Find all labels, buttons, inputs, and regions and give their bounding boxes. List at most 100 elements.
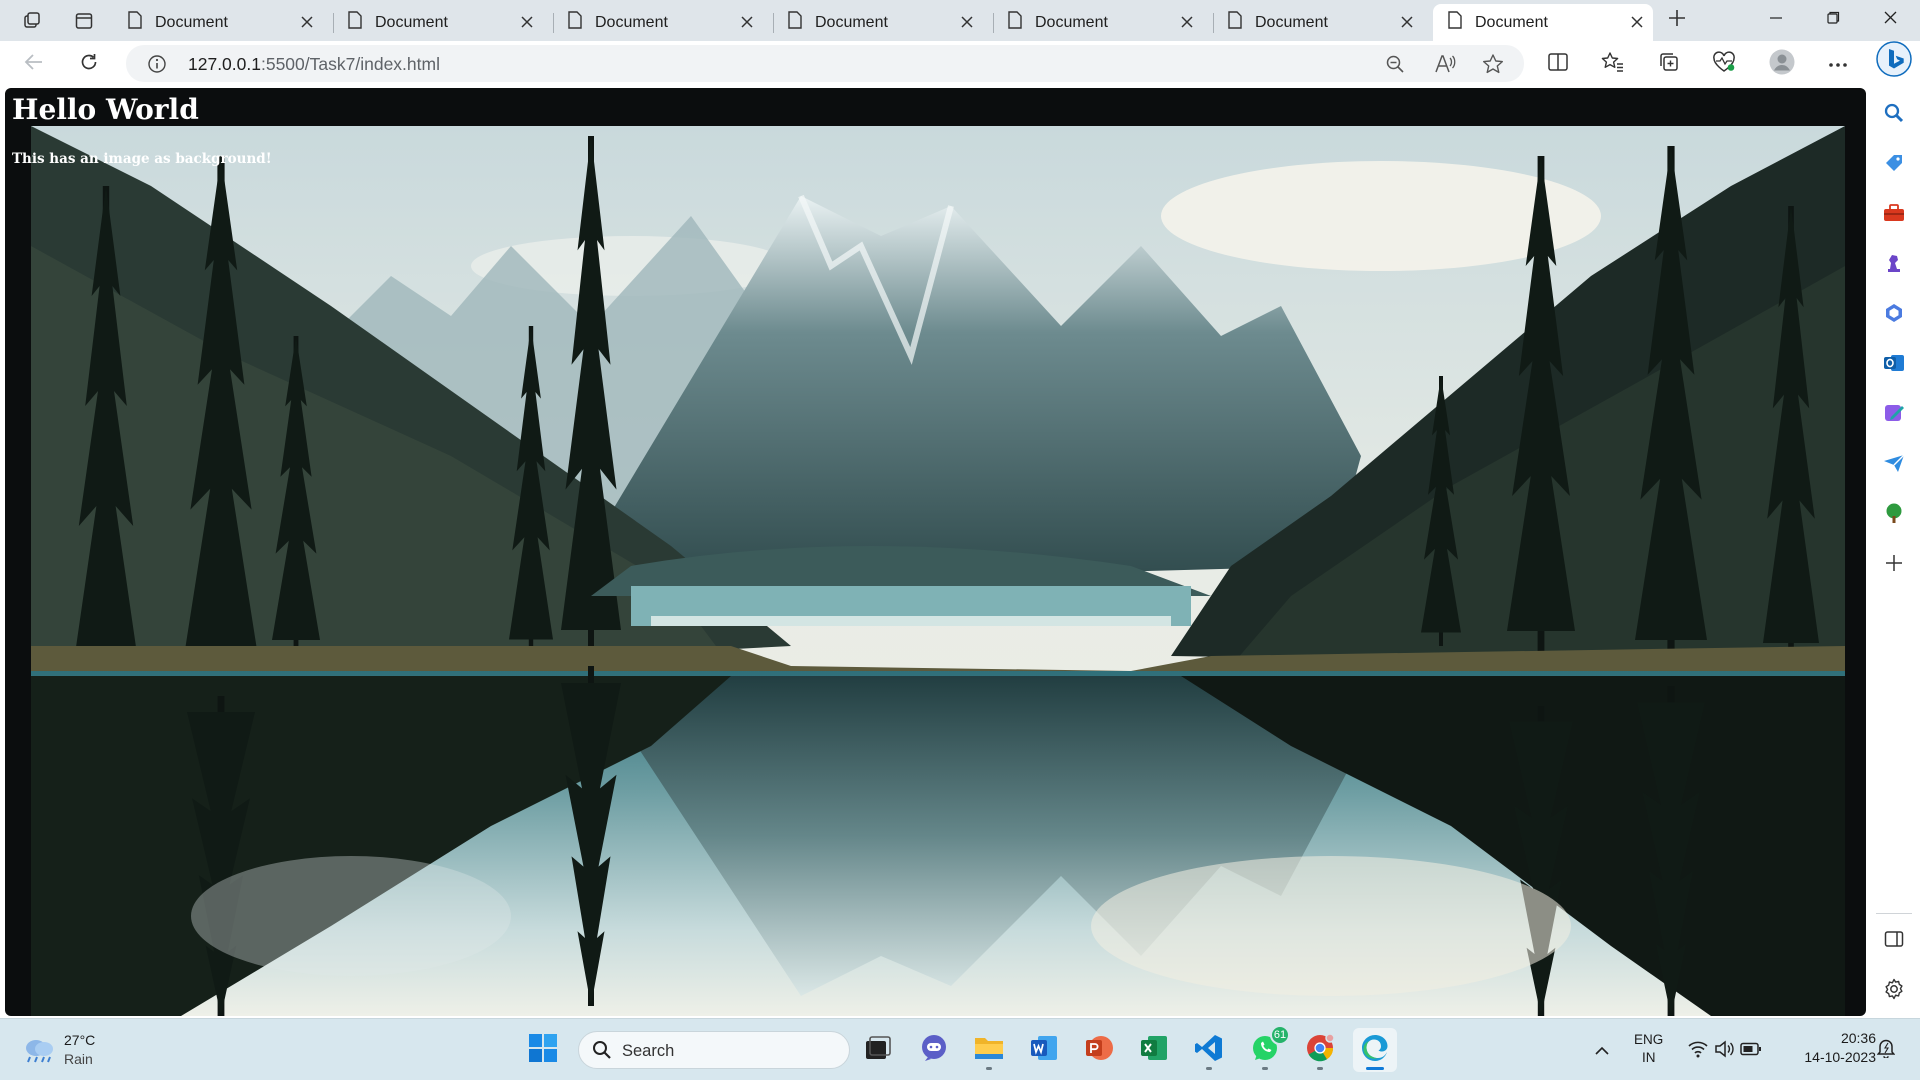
profile-button[interactable] (1766, 48, 1798, 80)
tab-title: Document (1035, 13, 1108, 31)
vscode-button[interactable] (1187, 1028, 1231, 1072)
copilot-button[interactable] (1876, 40, 1912, 79)
close-icon[interactable] (957, 12, 977, 32)
sidebar-shopping[interactable] (1880, 151, 1908, 179)
page-icon (1227, 11, 1243, 34)
language-indicator[interactable]: ENG IN (1630, 1030, 1674, 1070)
clock-date: 14-10-2023 (1804, 1049, 1876, 1065)
tab-1[interactable]: Document (113, 4, 323, 41)
close-icon[interactable] (737, 12, 757, 32)
tab-4[interactable]: Document (773, 4, 983, 41)
browser-essentials-button[interactable] (1708, 48, 1740, 80)
collections-button[interactable] (1653, 48, 1685, 80)
tree-icon (1883, 502, 1905, 529)
word-button[interactable] (1022, 1028, 1066, 1072)
favorites-button[interactable] (1597, 48, 1629, 80)
sidebar-settings[interactable] (1880, 977, 1908, 1005)
edge-button[interactable] (1353, 1028, 1397, 1072)
weather-condition: Rain (64, 1051, 93, 1067)
tab-2[interactable]: Document (333, 4, 543, 41)
tab-actions-icon[interactable] (69, 6, 99, 36)
browser-toolbar: 127.0.0.1:5500/Task7/index.html (0, 41, 1920, 86)
page-icon (1007, 11, 1023, 34)
close-icon[interactable] (297, 12, 317, 32)
back-arrow-icon (24, 53, 44, 76)
sidebar-search[interactable] (1880, 101, 1908, 129)
tab-title: Document (375, 13, 448, 31)
sidebar-m365[interactable] (1880, 301, 1908, 329)
chat-icon (919, 1033, 949, 1068)
close-icon[interactable] (1397, 12, 1417, 32)
tab-title: Document (1475, 13, 1548, 31)
close-icon[interactable] (1627, 12, 1647, 32)
sidebar-games[interactable] (1880, 251, 1908, 279)
teams-chat-button[interactable] (912, 1028, 956, 1072)
sidebar-tree[interactable] (1880, 501, 1908, 529)
notifications-button[interactable] (1873, 1038, 1899, 1062)
favorite-star-icon[interactable] (1480, 51, 1506, 77)
back-button[interactable] (18, 48, 50, 80)
heart-pulse-icon (1712, 50, 1736, 78)
address-bar[interactable]: 127.0.0.1:5500/Task7/index.html (126, 45, 1524, 82)
sidebar-hide[interactable] (1880, 927, 1908, 955)
tab-5[interactable]: Document (993, 4, 1203, 41)
close-icon[interactable] (517, 12, 537, 32)
running-indicator (1262, 1067, 1268, 1070)
language-line2: IN (1642, 1050, 1656, 1065)
taskbar-search[interactable]: Search (578, 1031, 850, 1069)
excel-button[interactable] (1132, 1028, 1176, 1072)
settings-icon (1883, 978, 1905, 1005)
start-button[interactable] (521, 1028, 565, 1072)
minimize-button[interactable] (1748, 0, 1804, 40)
language-line1: ENG (1634, 1032, 1664, 1047)
zoom-icon[interactable] (1382, 51, 1408, 77)
powerpoint-button[interactable] (1077, 1028, 1121, 1072)
edge-icon (1360, 1033, 1390, 1068)
weather-widget[interactable]: 27°C Rain (16, 1027, 116, 1073)
whatsapp-button[interactable]: 61 (1243, 1025, 1290, 1072)
settings-more-button[interactable] (1822, 48, 1854, 80)
sidebar-designer[interactable] (1880, 401, 1908, 429)
sidebar-drop[interactable] (1880, 451, 1908, 479)
page-icon (787, 11, 803, 34)
refresh-icon (79, 52, 99, 77)
refresh-button[interactable] (73, 48, 105, 80)
page-icon (347, 11, 363, 34)
url-host: 127.0.0.1 (188, 54, 261, 74)
tab-title: Document (595, 13, 668, 31)
show-hidden-icons-button[interactable] (1590, 1039, 1614, 1063)
tab-6[interactable]: Document (1213, 4, 1423, 41)
sidebar-add[interactable] (1880, 551, 1908, 579)
split-screen-button[interactable] (1542, 48, 1574, 80)
close-icon[interactable] (1177, 12, 1197, 32)
search-icon (592, 1040, 612, 1065)
page-icon (567, 11, 583, 34)
new-tab-button[interactable] (1662, 5, 1692, 35)
task-view-icon (864, 1035, 892, 1066)
read-aloud-icon[interactable] (1432, 51, 1458, 77)
search-icon (1883, 102, 1905, 129)
powerpoint-icon (1084, 1033, 1114, 1068)
running-indicator (1366, 1067, 1384, 1070)
restore-button[interactable] (1805, 0, 1861, 40)
sidebar-outlook[interactable] (1880, 351, 1908, 379)
word-icon (1029, 1033, 1059, 1068)
sidebar-tools[interactable] (1880, 201, 1908, 229)
wifi-icon (1688, 1040, 1708, 1063)
running-indicator (1206, 1067, 1212, 1070)
tab-title: Document (1255, 13, 1328, 31)
site-info-icon[interactable] (144, 51, 170, 77)
chess-icon (1883, 252, 1905, 279)
clock[interactable]: 20:36 14-10-2023 (1780, 1028, 1880, 1072)
url-text[interactable]: 127.0.0.1:5500/Task7/index.html (188, 54, 440, 75)
tab-7-active[interactable]: Document (1433, 4, 1653, 41)
task-view-button[interactable] (856, 1028, 900, 1072)
file-explorer-button[interactable] (967, 1028, 1011, 1072)
quick-settings-button[interactable] (1684, 1035, 1764, 1065)
send-icon (1883, 453, 1905, 478)
workspaces-icon[interactable] (17, 6, 47, 36)
chrome-button[interactable] (1298, 1028, 1342, 1072)
more-icon (1828, 55, 1848, 73)
tab-3[interactable]: Document (553, 4, 763, 41)
close-window-button[interactable] (1862, 0, 1918, 40)
